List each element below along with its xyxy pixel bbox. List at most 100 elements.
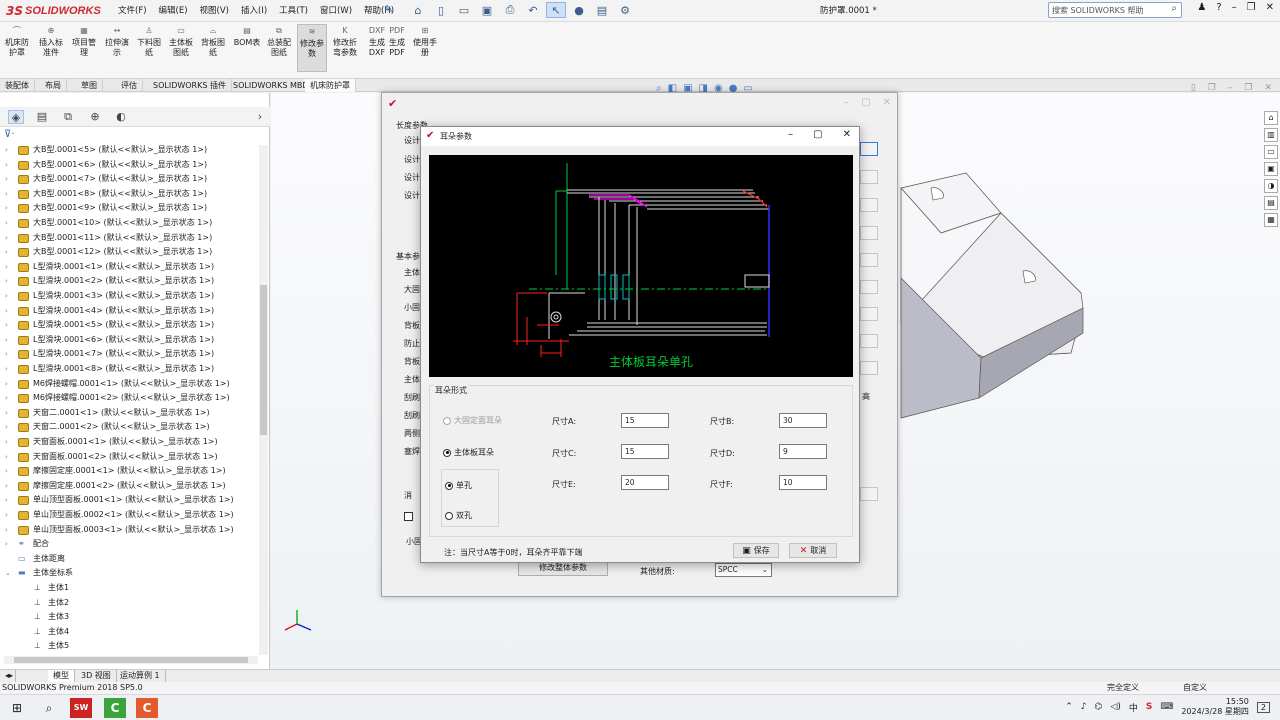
double-hole-radio[interactable]: 双孔 (445, 510, 472, 521)
param-input[interactable] (860, 280, 878, 294)
tab-layout[interactable]: 布局 (40, 79, 67, 92)
tree-item-origin-distance[interactable]: ▭ 主体距离 (0, 552, 258, 567)
windows-start-icon[interactable]: ⊞ (6, 698, 28, 718)
tree-item-coordinate-system[interactable]: ⊥ 主体5 (0, 639, 258, 654)
green-app-icon[interactable]: C (104, 698, 126, 718)
size-e-input[interactable]: 20 (621, 475, 669, 490)
minimize-icon[interactable]: – (844, 97, 849, 108)
expand-arrow-icon[interactable]: › (5, 333, 8, 348)
undo-icon[interactable]: ↶ (523, 2, 543, 18)
tree-item[interactable]: › M6焊接螺帽.0001<1> (默认<<默认>_显示状态 1>) (0, 377, 258, 392)
tree-item[interactable]: › 天窗二.0001<1> (默认<<默认>_显示状态 1>) (0, 406, 258, 421)
tree-item[interactable]: › 摩擦固定座.0001<1> (默认<<默认>_显示状态 1>) (0, 464, 258, 479)
expand-arrow-icon[interactable]: › (5, 245, 8, 260)
tab-scroll-icon[interactable]: ◂▸ (0, 670, 16, 682)
expand-arrow-icon[interactable]: › (5, 377, 8, 392)
forum-icon[interactable]: ▦ (1264, 213, 1278, 227)
tab-mbd[interactable]: SOLIDWORKS MBD (228, 79, 315, 92)
network-icon[interactable]: ⌬ (1095, 702, 1103, 712)
open-folder-icon[interactable]: ▭ (454, 2, 474, 18)
expand-arrow-icon[interactable]: › (5, 216, 8, 231)
param-checkbox[interactable] (404, 512, 413, 521)
menu-edit[interactable]: 编辑(E) (159, 4, 188, 16)
tree-item[interactable]: › L型滑块.0001<7> (默认<<默认>_显示状态 1>) (0, 347, 258, 362)
chevron-right-icon[interactable]: › (252, 110, 268, 124)
custom-units[interactable]: 自定义 (1183, 682, 1207, 694)
notification-badge[interactable]: 2 (1256, 701, 1270, 713)
tile-icon[interactable]: ▯ (1191, 83, 1196, 93)
solidworks-taskbar-icon[interactable]: SW (70, 698, 92, 718)
expand-arrow-icon[interactable]: › (5, 362, 8, 377)
expand-arrow-icon[interactable]: › (5, 464, 8, 479)
big-fixed-ear-radio[interactable]: 大固定面耳朵 (443, 415, 502, 426)
tree-item-coordinate-system[interactable]: ⊥ 主体2 (0, 596, 258, 611)
ribbon-blank-drawing-button[interactable]: ♙ 下料图纸 (134, 26, 164, 58)
expand-arrow-icon[interactable]: › (5, 523, 8, 538)
expand-arrow-icon[interactable]: › (5, 508, 8, 523)
expand-arrow-icon[interactable]: › (5, 158, 8, 173)
ribbon-extrude-demo-button[interactable]: ↔ 拉伸演示 (102, 26, 132, 58)
tab-sketch[interactable]: 草图 (76, 79, 103, 92)
help-icon[interactable]: ? (1216, 2, 1221, 13)
expand-arrow-icon[interactable]: › (5, 318, 8, 333)
tab-model[interactable]: 模型 (48, 670, 75, 682)
tab-evaluate[interactable]: 评估 (116, 79, 143, 92)
tab-motion-study[interactable]: 运动算例 1 (115, 670, 166, 682)
display-manager-icon[interactable]: ◐ (113, 110, 129, 124)
tab-addins[interactable]: SOLIDWORKS 插件 (148, 79, 232, 92)
file-properties-icon[interactable]: ▤ (592, 2, 612, 18)
design-input[interactable] (860, 226, 878, 240)
expand-arrow-icon[interactable]: › (5, 187, 8, 202)
tree-item[interactable]: › 单山顶型面板.0001<1> (默认<<默认>_显示状态 1>) (0, 493, 258, 508)
tree-item[interactable]: › M6焊接螺帽.0001<2> (默认<<默认>_显示状态 1>) (0, 391, 258, 406)
tree-item[interactable]: › 大B型.0001<11> (默认<<默认>_显示状态 1>) (0, 231, 258, 246)
maximize-icon[interactable]: ▢ (813, 129, 822, 140)
ribbon-insert-std-button[interactable]: ⊕ 插入标准件 (36, 26, 66, 58)
user-icon[interactable]: ♟ (1197, 2, 1206, 13)
ribbon-bend-params-button[interactable]: K 修改折弯参数 (330, 26, 360, 58)
restore-icon[interactable]: ❐ (1247, 2, 1256, 13)
chevron-up-icon[interactable]: ⌃ (1065, 702, 1073, 712)
expand-arrow-icon[interactable]: › (5, 406, 8, 421)
param-input[interactable] (860, 334, 878, 348)
tree-item[interactable]: › L型滑块.0001<1> (默认<<默认>_显示状态 1>) (0, 260, 258, 275)
expand-arrow-icon[interactable]: › (5, 172, 8, 187)
minimize-icon[interactable]: – (1228, 83, 1233, 93)
sogou-input-icon[interactable]: S (1146, 702, 1152, 712)
options-gear-icon[interactable]: ⚙ (615, 2, 635, 18)
tree-item[interactable]: › L型滑块.0001<8> (默认<<默认>_显示状态 1>) (0, 362, 258, 377)
cancel-button[interactable]: ✕ 取消 (789, 543, 837, 558)
tree-item[interactable]: › 大B型.0001<5> (默认<<默认>_显示状态 1>) (0, 143, 258, 158)
tree-item[interactable]: › 大B型.0001<8> (默认<<默认>_显示状态 1>) (0, 187, 258, 202)
size-f-input[interactable]: 10 (779, 475, 827, 490)
tree-item-mates[interactable]: › ⚭ 配合 (0, 537, 258, 552)
tab-3d-view[interactable]: 3D 视图 (76, 670, 117, 682)
menu-view[interactable]: 视图(V) (200, 4, 229, 16)
print-icon[interactable]: ⎙ (500, 2, 520, 18)
tree-item-coordinate-system[interactable]: ⊥ 主体3 (0, 610, 258, 625)
design-input[interactable] (860, 142, 878, 156)
restore-icon[interactable]: ❐ (1244, 83, 1252, 93)
microphone-icon[interactable]: ♪ (1081, 702, 1087, 712)
expand-arrow-icon[interactable]: › (5, 201, 8, 216)
ribbon-back-board-button[interactable]: ⌓ 背板图纸 (198, 26, 228, 58)
tree-item[interactable]: › L型滑块.0001<6> (默认<<默认>_显示状态 1>) (0, 333, 258, 348)
tree-item[interactable]: › 单山顶型面板.0003<1> (默认<<默认>_显示状态 1>) (0, 523, 258, 538)
maximize-icon[interactable]: ▢ (861, 97, 870, 108)
dimxpert-icon[interactable]: ⊕ (87, 110, 103, 124)
clock[interactable]: 15:50 2024/3/28 星期四 (1181, 697, 1249, 717)
solidworks-logo[interactable]: 3S SOLIDWORKS (6, 3, 101, 19)
volume-icon[interactable]: ◁) (1110, 702, 1120, 712)
guard-3d-model[interactable] (871, 163, 1101, 433)
tree-item[interactable]: › L型滑块.0001<3> (默认<<默认>_显示状态 1>) (0, 289, 258, 304)
menu-tools[interactable]: 工具(T) (279, 4, 308, 16)
property-manager-icon[interactable]: ▤ (34, 110, 50, 124)
design-library-icon[interactable]: ▥ (1264, 128, 1278, 142)
expand-arrow-icon[interactable]: › (5, 450, 8, 465)
tree-item[interactable]: › 摩擦固定座.0001<2> (默认<<默认>_显示状态 1>) (0, 479, 258, 494)
save-icon[interactable]: ▣ (477, 2, 497, 18)
main-board-ear-radio[interactable]: 主体板耳朵 (443, 447, 494, 458)
tab-guard[interactable]: 机床防护罩 (305, 79, 356, 92)
ribbon-modify-params-button[interactable]: ≋ 修改参数 (297, 24, 327, 72)
view-palette-icon[interactable]: ▣ (1264, 162, 1278, 176)
